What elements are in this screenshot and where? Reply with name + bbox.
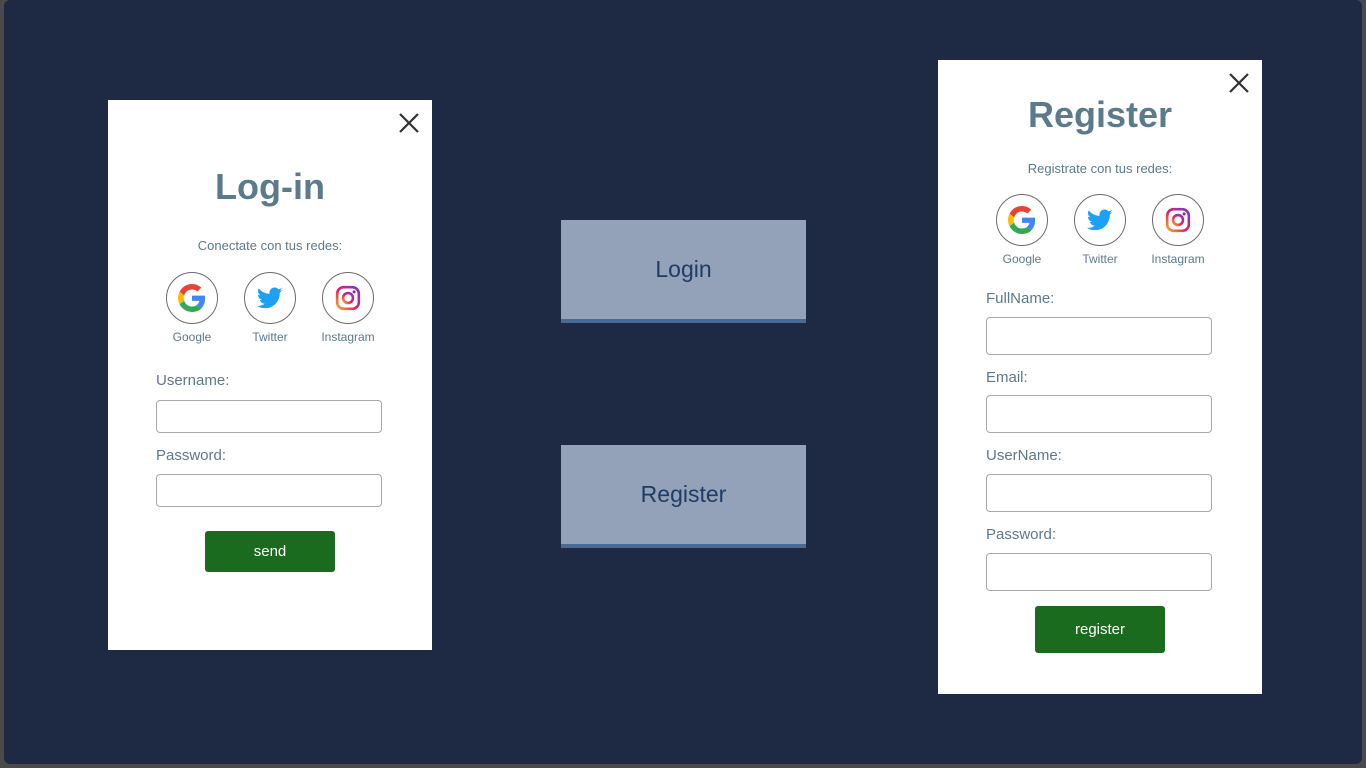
close-icon: [399, 113, 419, 133]
social-label: Instagram: [1151, 252, 1205, 266]
close-register-button[interactable]: [1228, 72, 1250, 94]
password-input[interactable]: [156, 474, 382, 507]
register-social-subtitle: Registrate con tus redes:: [1027, 161, 1173, 176]
register-title: Register: [1027, 94, 1173, 135]
username-input[interactable]: [156, 400, 382, 433]
register-social-list: Google Twitter Instagram: [938, 194, 1262, 266]
open-login-button[interactable]: Login: [561, 220, 806, 323]
email-input[interactable]: [986, 395, 1212, 433]
fullname-label: FullName:: [986, 290, 1055, 307]
google-icon: [166, 272, 218, 324]
username-label: Username:: [156, 372, 230, 389]
close-icon: [1229, 73, 1249, 93]
twitter-icon: [244, 272, 296, 324]
login-social-subtitle: Conectate con tus redes:: [197, 238, 343, 253]
register-username-input[interactable]: [986, 474, 1212, 512]
close-login-button[interactable]: [398, 112, 420, 134]
password-label: Password:: [156, 447, 227, 464]
login-instagram-button[interactable]: Instagram: [321, 272, 375, 344]
register-instagram-button[interactable]: Instagram: [1151, 194, 1205, 266]
login-twitter-button[interactable]: Twitter: [243, 272, 297, 344]
login-social-list: Google Twitter Instagram: [108, 272, 432, 344]
social-label: Twitter: [252, 330, 288, 344]
login-google-button[interactable]: Google: [165, 272, 219, 344]
register-google-button[interactable]: Google: [995, 194, 1049, 266]
twitter-icon: [1074, 194, 1126, 246]
google-icon: [996, 194, 1048, 246]
register-submit-button[interactable]: register: [1035, 606, 1165, 653]
login-title: Log-in: [215, 166, 325, 207]
social-label: Google: [172, 330, 212, 344]
email-label: Email:: [986, 369, 1028, 386]
instagram-icon: [322, 272, 374, 324]
register-password-label: Password:: [986, 526, 1057, 543]
send-button[interactable]: send: [205, 531, 335, 572]
fullname-input[interactable]: [986, 317, 1212, 355]
app-background: Log-in Conectate con tus redes: Google T…: [4, 0, 1362, 764]
login-panel: Log-in Conectate con tus redes: Google T…: [108, 100, 432, 650]
social-label: Google: [1002, 252, 1042, 266]
register-username-label: UserName:: [986, 447, 1062, 464]
register-password-input[interactable]: [986, 553, 1212, 591]
register-panel: Register Registrate con tus redes: Googl…: [938, 60, 1262, 694]
register-twitter-button[interactable]: Twitter: [1073, 194, 1127, 266]
open-register-button[interactable]: Register: [561, 445, 806, 548]
instagram-icon: [1152, 194, 1204, 246]
social-label: Instagram: [321, 330, 375, 344]
social-label: Twitter: [1082, 252, 1118, 266]
